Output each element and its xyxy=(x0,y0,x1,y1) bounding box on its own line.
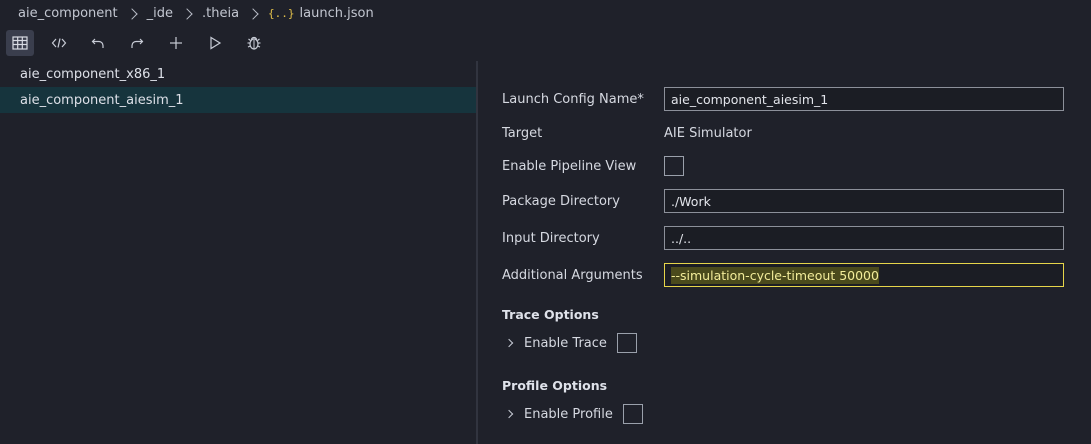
launch-config-list: aie_component_x86_1 aie_component_aiesim… xyxy=(0,61,476,444)
redo-icon xyxy=(131,38,144,48)
breadcrumb-item-launch-json[interactable]: launch.json xyxy=(300,6,374,21)
breadcrumb-item-aie-component[interactable]: aie_component xyxy=(18,6,118,21)
breadcrumb-item-theia[interactable]: .theia xyxy=(202,6,239,21)
table-icon xyxy=(12,36,28,50)
chevron-right-icon xyxy=(125,7,138,20)
debug-button[interactable] xyxy=(240,30,268,56)
breadcrumb: aie_component _ide .theia {..} launch.js… xyxy=(0,0,1091,27)
chevron-right-icon xyxy=(247,7,259,20)
launch-config-name-value: aie_component_aiesim_1 xyxy=(671,91,829,107)
input-directory-row: Input Directory ../.. xyxy=(502,226,1064,250)
additional-arguments-row: Additional Arguments --simulation-cycle-… xyxy=(502,263,1064,287)
trace-options-title: Trace Options xyxy=(502,307,599,322)
profile-options-expander[interactable]: Enable Profile xyxy=(504,404,643,424)
json-file-icon: {..} xyxy=(268,7,295,20)
launch-config-form: Launch Config Name* aie_component_aiesim… xyxy=(478,61,1091,444)
enable-profile-label: Enable Profile xyxy=(524,406,613,422)
undo-button[interactable] xyxy=(84,30,112,56)
run-icon xyxy=(210,36,222,50)
additional-arguments-input[interactable]: --simulation-cycle-timeout 50000 xyxy=(664,263,1064,287)
target-row: Target AIE Simulator xyxy=(502,123,752,143)
additional-arguments-label: Additional Arguments xyxy=(502,267,643,283)
chevron-right-icon xyxy=(181,7,193,20)
enable-trace-checkbox[interactable] xyxy=(616,333,637,353)
table-view-button[interactable] xyxy=(6,30,34,56)
list-item-config-x86[interactable]: aie_component_x86_1 xyxy=(0,61,476,87)
trace-options-expander[interactable]: Enable Trace xyxy=(504,333,637,353)
input-directory-label: Input Directory xyxy=(502,230,600,246)
redo-button[interactable] xyxy=(123,30,151,56)
list-item-config-aiesim[interactable]: aie_component_aiesim_1 xyxy=(0,87,476,113)
launch-config-name-label: Launch Config Name* xyxy=(502,91,644,107)
enable-trace-label: Enable Trace xyxy=(524,335,607,351)
plus-icon xyxy=(170,37,182,49)
additional-arguments-value: --simulation-cycle-timeout 50000 xyxy=(671,266,879,284)
target-label: Target xyxy=(502,125,543,141)
pipeline-view-checkbox[interactable] xyxy=(664,156,684,176)
launch-config-name-input[interactable]: aie_component_aiesim_1 xyxy=(664,87,1064,111)
input-directory-value: ../.. xyxy=(671,230,692,246)
pipeline-view-label: Enable Pipeline View xyxy=(502,158,637,174)
chevron-right-icon xyxy=(504,338,514,348)
launch-config-name-row: Launch Config Name* aie_component_aiesim… xyxy=(502,87,1064,111)
breadcrumb-item-ide[interactable]: _ide xyxy=(147,6,173,21)
add-config-button[interactable] xyxy=(162,30,190,56)
package-directory-row: Package Directory ./Work xyxy=(502,189,1064,213)
undo-icon xyxy=(91,38,104,48)
package-directory-input[interactable]: ./Work xyxy=(664,189,1064,213)
target-value: AIE Simulator xyxy=(664,125,752,141)
package-directory-value: ./Work xyxy=(671,193,711,209)
pipeline-view-row: Enable Pipeline View xyxy=(502,156,684,176)
package-directory-label: Package Directory xyxy=(502,193,620,209)
chevron-right-icon xyxy=(504,409,514,419)
debug-icon xyxy=(247,36,261,50)
toolbar xyxy=(0,29,1091,57)
run-button[interactable] xyxy=(201,30,229,56)
list-item-label: aie_component_aiesim_1 xyxy=(20,92,184,108)
source-view-button[interactable] xyxy=(45,30,73,56)
input-directory-input[interactable]: ../.. xyxy=(664,226,1064,250)
enable-profile-checkbox[interactable] xyxy=(622,404,643,424)
code-icon xyxy=(51,38,67,48)
profile-options-title: Profile Options xyxy=(502,378,608,393)
list-item-label: aie_component_x86_1 xyxy=(20,66,166,82)
